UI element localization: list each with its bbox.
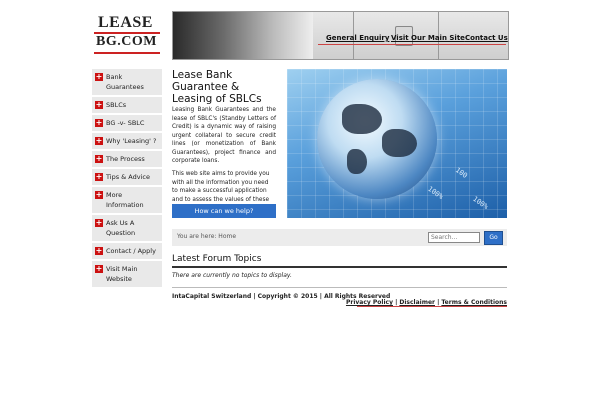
sidebar-item-label: Ask Us A Question <box>106 219 136 237</box>
sidebar-item-sblcs[interactable]: + SBLCs <box>92 97 162 115</box>
terms-conditions-link[interactable]: Terms & Conditions <box>441 299 507 306</box>
footer-separator: | <box>437 299 440 306</box>
search-input[interactable] <box>428 232 480 243</box>
sidebar-item-label: Contact / Apply <box>106 247 156 255</box>
sidebar-item-label: Bank Guarantees <box>106 73 144 91</box>
logo-rule-bottom <box>94 52 160 54</box>
footer-underline <box>357 306 507 307</box>
plus-icon: + <box>95 100 103 109</box>
nav-general-enquiry[interactable]: General Enquiry <box>326 34 389 42</box>
continent-shape <box>347 149 367 174</box>
globe-image <box>317 79 437 199</box>
sidebar-item-contact-apply[interactable]: + Contact / Apply <box>92 243 162 261</box>
disclaimer-link[interactable]: Disclaimer <box>399 299 435 306</box>
sidebar-item-label: The Process <box>106 155 145 163</box>
help-button[interactable]: How can we help? <box>172 204 276 218</box>
nav-visit-main-site[interactable]: Visit Our Main Site <box>391 34 465 42</box>
vault-image-safe <box>273 12 313 59</box>
plus-icon: + <box>95 118 103 127</box>
nav-contact-us[interactable]: Contact Us <box>465 34 508 42</box>
site-logo[interactable]: LEASE BG.COM <box>94 14 162 62</box>
sidebar-item-the-process[interactable]: + The Process <box>92 151 162 169</box>
plus-icon: + <box>95 172 103 181</box>
sidebar-item-bank-guarantees[interactable]: + Bank Guarantees <box>92 69 162 97</box>
sidebar-item-label: More Information <box>106 191 144 209</box>
sidebar-item-ask-question[interactable]: + Ask Us A Question <box>92 215 162 243</box>
footer-divider <box>172 287 507 288</box>
divider <box>172 266 507 268</box>
vault-image-left <box>173 12 273 59</box>
privacy-policy-link[interactable]: Privacy Policy <box>346 299 393 306</box>
sidebar-item-tips-advice[interactable]: + Tips & Advice <box>92 169 162 187</box>
plus-icon: + <box>95 136 103 145</box>
footer-links: Privacy Policy | Disclaimer | Terms & Co… <box>346 299 507 306</box>
sidebar-item-label: Visit Main Website <box>106 265 138 283</box>
plus-icon: + <box>95 72 103 81</box>
plus-icon: + <box>95 190 103 199</box>
hero-globe-image: 100% 100 100% <box>287 69 507 218</box>
forum-empty-message: There are currently no topics to display… <box>172 272 292 279</box>
sidebar-item-visit-main-website[interactable]: + Visit Main Website <box>92 261 162 289</box>
sidebar-item-label: SBLCs <box>106 101 127 109</box>
plus-icon: + <box>95 246 103 255</box>
sidebar-item-bg-vs-sblc[interactable]: + BG -v- SBLC <box>92 115 162 133</box>
plus-icon: + <box>95 264 103 273</box>
search-go-button[interactable]: Go <box>484 231 503 245</box>
sidebar-item-more-information[interactable]: + More Information <box>92 187 162 215</box>
logo-line-2: BG.COM <box>96 34 157 49</box>
footer-separator: | <box>395 299 398 306</box>
forum-heading: Latest Forum Topics <box>172 254 262 264</box>
intro-paragraph: Leasing Bank Guarantees and the lease of… <box>172 107 276 164</box>
sidebar-item-label: BG -v- SBLC <box>106 119 145 127</box>
sidebar-item-label: Tips & Advice <box>106 173 150 181</box>
sidebar-item-label: Why 'Leasing' ? <box>106 137 157 145</box>
nav-underline <box>318 44 506 45</box>
logo-line-1: LEASE <box>98 14 153 31</box>
continent-shape <box>342 104 382 134</box>
sidebar-menu: + Bank Guarantees + SBLCs + BG -v- SBLC + Wh… <box>92 69 162 289</box>
breadcrumb: You are here: Home <box>177 233 237 240</box>
sidebar-item-why-leasing[interactable]: + Why 'Leasing' ? <box>92 133 162 151</box>
plus-icon: + <box>95 154 103 163</box>
breadcrumb-bar: You are here: Home Go <box>172 229 507 246</box>
plus-icon: + <box>95 218 103 227</box>
continent-shape <box>382 129 417 157</box>
page-title: Lease Bank Guarantee & Leasing of SBLCs <box>172 69 262 105</box>
